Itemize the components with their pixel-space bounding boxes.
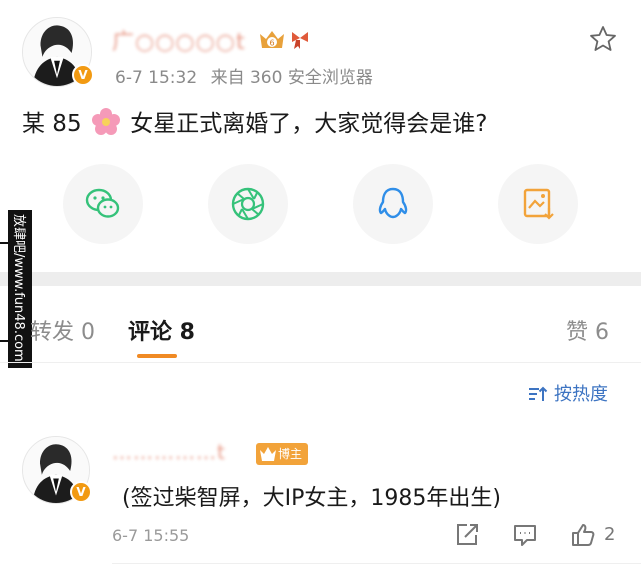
tab-active-indicator	[137, 354, 177, 358]
level-number: 6	[269, 39, 274, 48]
favorite-star-icon[interactable]	[588, 24, 618, 54]
share-moments-button[interactable]	[208, 164, 288, 244]
like-count: 2	[604, 524, 616, 545]
sort-label: 按热度	[554, 384, 608, 405]
post-text-after: 女星正式离婚了，大家觉得会是谁?	[130, 111, 488, 137]
verified-badge-icon: V	[72, 64, 94, 86]
comment-content: (签过柴智屏，大IP女主，1985年出生)	[122, 486, 501, 511]
tab-repost[interactable]: 转发 0	[30, 314, 95, 346]
qq-icon	[378, 187, 408, 219]
reply-comment-icon[interactable]	[512, 522, 538, 548]
sort-by-hot-button[interactable]: 按热度	[528, 380, 608, 406]
comment-time: 6-7 15:55	[112, 526, 190, 545]
commenter-verified-badge-icon: V	[70, 481, 92, 503]
share-qq-button[interactable]	[353, 164, 433, 244]
blogger-badge: 博主	[256, 443, 308, 465]
like-comment-icon[interactable]	[570, 522, 596, 548]
moments-icon	[231, 187, 265, 221]
tab-divider	[0, 362, 641, 363]
tab-likes[interactable]: 赞 6	[566, 314, 609, 346]
watermark-line-bottom	[0, 340, 8, 342]
share-comment-icon[interactable]	[454, 522, 480, 548]
share-wechat-button[interactable]	[63, 164, 143, 244]
post-text-before: 某 85	[22, 111, 82, 137]
watermark: 放肆吧/www.fun48.com	[8, 210, 32, 368]
wechat-icon	[85, 188, 120, 218]
section-divider	[0, 272, 641, 286]
tab-comments[interactable]: 评论 8	[128, 314, 195, 346]
post-content: 某 85 女星正式离婚了，大家觉得会是谁?	[22, 104, 487, 138]
flower-emoji-icon	[91, 108, 120, 135]
post-source: 来自 360 安全浏览器	[210, 68, 373, 88]
bottom-divider	[112, 563, 641, 564]
watermark-text: 放肆吧/www.fun48.com	[11, 214, 26, 362]
blogger-badge-label: 博主	[278, 447, 303, 461]
level-crown-icon: 6	[260, 31, 284, 48]
author-name[interactable]: 广○○○○○t	[112, 24, 246, 56]
post-time: 6-7 15:32	[115, 68, 198, 88]
save-image-icon	[523, 188, 554, 220]
commenter-name[interactable]: ……………t	[112, 440, 226, 464]
post-meta: 6-7 15:32 来自 360 安全浏览器	[115, 63, 373, 88]
share-save-image-button[interactable]	[498, 164, 578, 244]
crown-icon	[260, 447, 276, 461]
sort-icon	[529, 386, 548, 401]
watermark-line-top	[0, 242, 8, 244]
ribbon-badge-icon	[292, 32, 308, 49]
